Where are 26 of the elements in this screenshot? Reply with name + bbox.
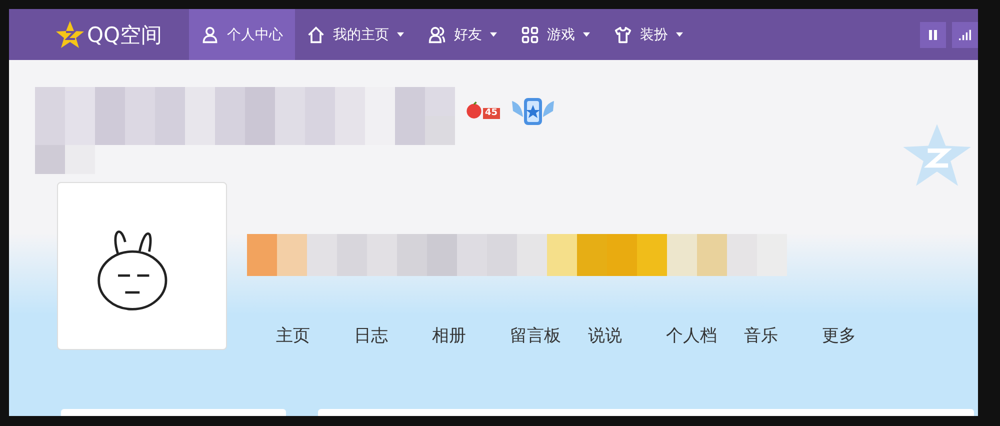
pause-icon (927, 28, 939, 40)
nav-tab[interactable]: 我的主页 (295, 9, 416, 60)
site-logo-text[interactable]: QQ空间 (87, 20, 162, 48)
pause-button[interactable] (920, 22, 946, 48)
profile-tab[interactable]: 个人档 (666, 324, 744, 347)
star-logo-icon (55, 20, 85, 50)
nav-tab[interactable]: 好友 (416, 9, 509, 60)
home-icon (307, 26, 325, 44)
people-icon (428, 26, 446, 44)
profile-tab[interactable]: 说说 (588, 324, 666, 347)
profile-tab[interactable]: 更多 (822, 324, 900, 347)
profile-tab[interactable]: 日志 (354, 324, 432, 347)
profile-tab[interactable]: 音乐 (744, 324, 822, 347)
grid-icon (521, 26, 539, 44)
signal-bars-button[interactable] (952, 22, 978, 48)
cartoon-avatar-placeholder[interactable] (57, 182, 227, 350)
signal-bars-icon (959, 28, 971, 40)
nav-tab[interactable]: 个人中心 (189, 9, 295, 60)
profile-tab[interactable]: 留言板 (510, 324, 588, 347)
profile-tab[interactable]: 主页 (276, 324, 354, 347)
nav-tab[interactable]: 装扮 (602, 9, 695, 60)
person-icon (201, 26, 219, 44)
nav-tab[interactable]: 游戏 (509, 9, 602, 60)
apple-level-badge: 45 (465, 101, 500, 119)
profile-tab[interactable]: 相册 (432, 324, 510, 347)
shirt-icon (614, 26, 632, 44)
